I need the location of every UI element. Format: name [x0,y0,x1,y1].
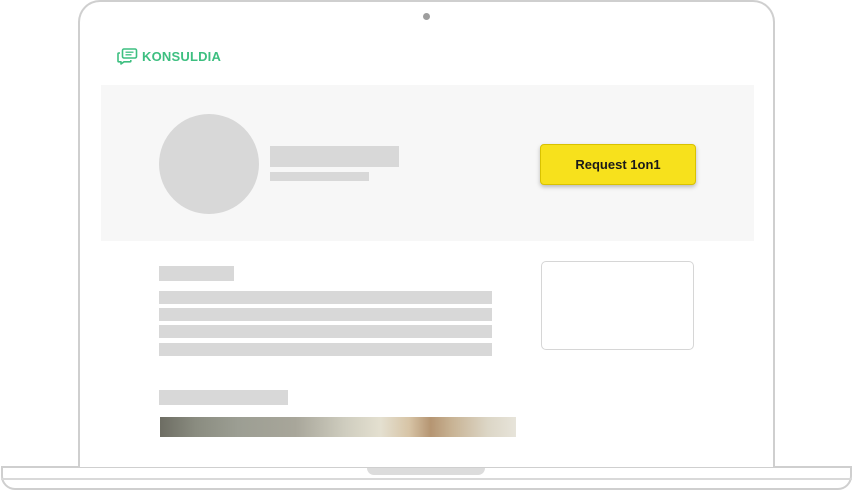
brand-name: KONSULDIA [142,49,222,64]
profile-subtitle-placeholder [270,172,369,181]
avatar [159,114,259,214]
text-line-placeholder [159,343,492,356]
cover-photo [160,417,516,437]
laptop-notch [367,468,485,475]
profile-name-placeholder [270,146,399,167]
chat-bubbles-icon [117,48,138,65]
profile-header: Request 1on1 [101,85,754,241]
laptop-base-line [1,478,852,480]
section-heading-placeholder [159,266,234,281]
request-1on1-button[interactable]: Request 1on1 [540,144,696,185]
side-card [541,261,694,350]
screen: KONSULDIA Request 1on1 [80,30,773,467]
camera-dot [423,13,430,20]
text-line-placeholder [159,291,492,304]
text-line-placeholder [159,308,492,321]
logo[interactable]: KONSULDIA [117,48,221,65]
second-heading-placeholder [159,390,288,405]
text-line-placeholder [159,325,492,338]
